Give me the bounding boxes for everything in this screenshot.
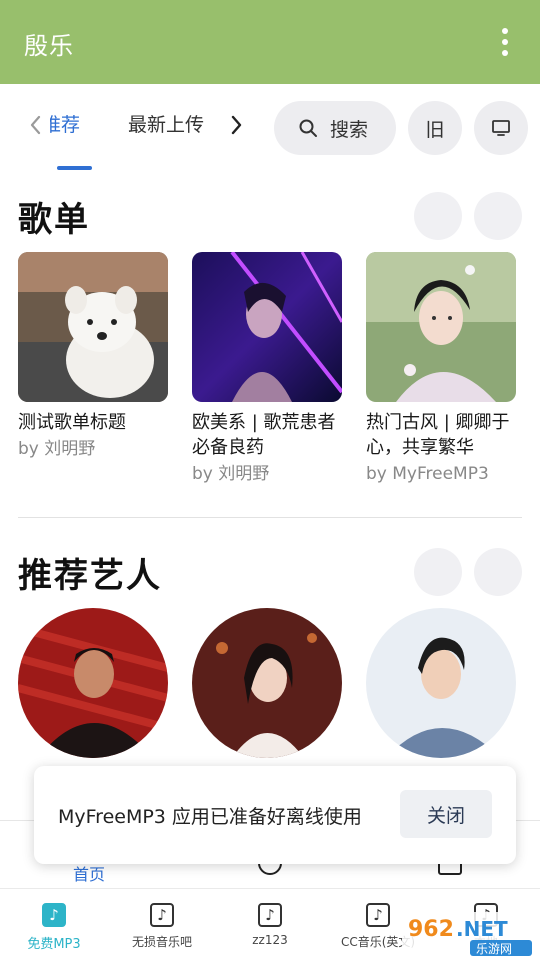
playlist-author: by MyFreeMP3 [366,464,489,484]
playlist-cover-image [18,252,168,402]
old-version-label: 旧 [425,118,445,141]
home-tab-label[interactable]: 首页 [73,861,105,885]
svg-text:.NET: .NET [456,917,508,941]
section-divider [18,517,522,518]
artist-avatar[interactable] [366,608,516,758]
chevron-left-icon[interactable] [26,112,46,138]
playlist-card[interactable]: 测试歌单标题 by 刘明野 [18,252,168,463]
playlist-author: by 刘明野 [18,439,96,459]
artists-next-button[interactable] [474,548,522,596]
music-note-icon: ♪ [150,903,174,927]
app-bar: 殷乐 [0,0,540,84]
tab-row: 推荐 最新上传 搜索 旧 [0,84,540,172]
playlist-title: 测试歌单标题 [18,412,126,433]
tab-recommend[interactable]: 推荐 [50,110,80,140]
search-icon [299,119,317,137]
toast-message: MyFreeMP3 应用已准备好离线使用 [58,806,362,828]
artist-avatar[interactable] [18,608,168,758]
playlist-cover-image [192,252,342,402]
nav-item-zz123[interactable]: ♪ zz123 [216,889,324,960]
monitor-button[interactable] [474,101,528,155]
nav-item-lossless[interactable]: ♪ 无损音乐吧 [108,889,216,960]
offline-ready-toast: MyFreeMP3 应用已准备好离线使用 关闭 [34,766,516,864]
search-label: 搜索 [330,118,369,141]
music-note-icon: ♪ [258,903,282,927]
nav-label: zz123 [252,933,288,947]
tab-strip: 推荐 最新上传 [50,110,220,140]
chevron-right-icon[interactable] [226,112,246,138]
more-vert-icon[interactable] [500,28,510,56]
active-tab-indicator [57,166,92,170]
app-title: 殷乐 [24,32,74,60]
svg-text:乐游网: 乐游网 [476,942,512,956]
tab-latest-upload[interactable]: 最新上传 [128,110,204,140]
artists-section-title: 推荐艺人 [18,556,162,596]
artists-prev-button[interactable] [414,548,462,596]
nav-label: 免费MP3 [27,937,81,952]
playlist-title: 欧美系 | 歌荒患者必备良药 [192,412,336,458]
music-note-icon: ♪ [42,903,66,927]
artist-avatar[interactable] [192,608,342,758]
music-note-icon: ♪ [366,903,390,927]
monitor-icon [492,120,510,136]
svg-text:962: 962 [408,917,454,942]
playlist-card[interactable]: 热门古风 | 卿卿于心，共享繁华 by MyFreeMP3 [366,252,516,488]
playlist-author: by 刘明野 [192,464,270,484]
toast-close-button[interactable]: 关闭 [400,790,492,838]
playlists-prev-button[interactable] [414,192,462,240]
playlists-section-title: 歌单 [18,200,90,240]
playlists-next-button[interactable] [474,192,522,240]
playlist-cover-image [366,252,516,402]
nav-label: 无损音乐吧 [131,935,192,949]
nav-item-free-mp3[interactable]: ♪ 免费MP3 [0,889,108,960]
site-watermark-logo: 962 .NET 乐游网 [402,912,536,956]
playlist-title: 热门古风 | 卿卿于心，共享繁华 [366,412,510,458]
playlist-card[interactable]: 欧美系 | 歌荒患者必备良药 by 刘明野 [192,252,342,488]
search-button[interactable]: 搜索 [274,101,396,155]
old-version-button[interactable]: 旧 [408,101,462,155]
